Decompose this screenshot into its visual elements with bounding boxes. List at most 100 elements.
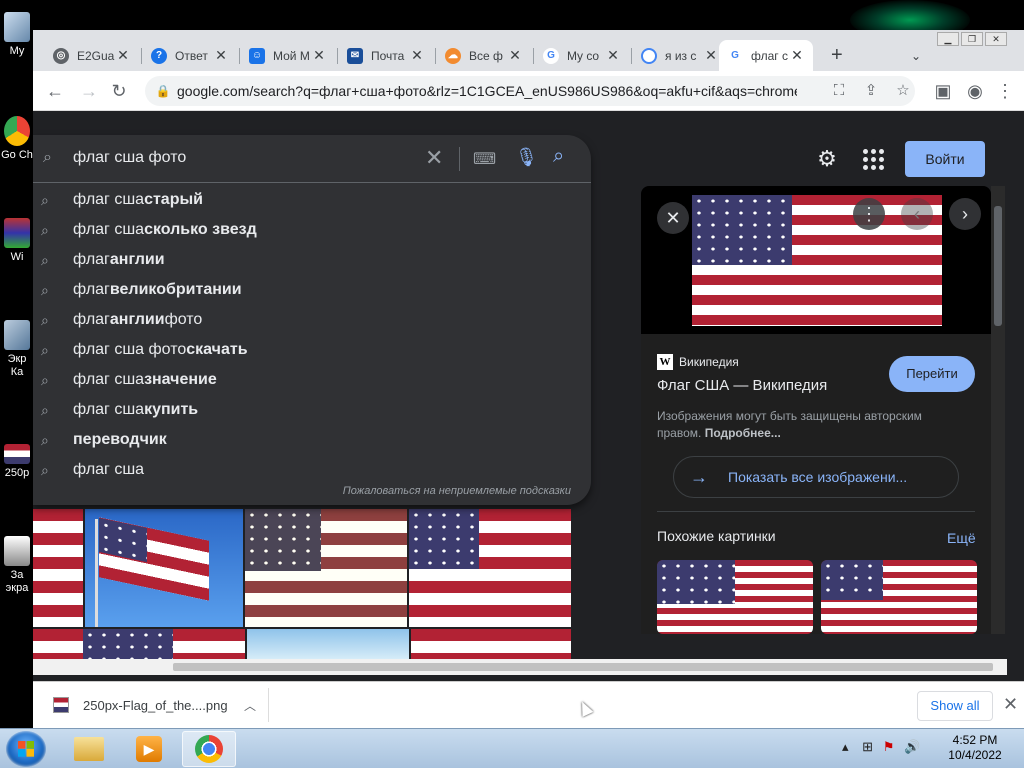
action-center-icon[interactable]: ⚑ bbox=[883, 739, 895, 754]
desktop-icon-flag-file[interactable]: 250p bbox=[0, 444, 34, 480]
close-window-button[interactable]: ✕ bbox=[985, 32, 1007, 46]
close-tab-icon[interactable]: ✕ bbox=[605, 47, 621, 64]
address-bar[interactable]: 🔒 google.com/search?q=флаг+сша+фото&rlz=… bbox=[145, 76, 915, 106]
suggestion-item[interactable]: ⌕ флаг англии bbox=[33, 245, 591, 275]
lock-icon[interactable]: 🔒 bbox=[153, 81, 173, 101]
close-tab-icon[interactable]: ✕ bbox=[409, 47, 425, 64]
tab-ya-iz[interactable]: я из с ✕ bbox=[633, 40, 727, 71]
desktop-icon-screen-recorder[interactable]: За экра bbox=[0, 536, 34, 595]
result-image[interactable] bbox=[247, 629, 409, 659]
result-image[interactable] bbox=[33, 509, 83, 627]
arrow-right-icon: → bbox=[690, 466, 708, 487]
tab-search-button[interactable]: ⌄ bbox=[903, 40, 927, 71]
desktop-icon-chrome[interactable]: Go Ch bbox=[0, 116, 34, 162]
search-input[interactable]: флаг сша фото bbox=[73, 149, 186, 167]
suggestion-item[interactable]: ⌕ флаг сша bbox=[33, 455, 591, 485]
suggestion-item[interactable]: ⌕ флаг англии фото bbox=[33, 305, 591, 335]
volume-icon[interactable]: 🔊 bbox=[904, 739, 920, 754]
minimize-button[interactable]: ▁ bbox=[937, 32, 959, 46]
close-tab-icon[interactable]: ✕ bbox=[115, 47, 131, 64]
url-text[interactable]: google.com/search?q=флаг+сша+фото&rlz=1C… bbox=[177, 83, 797, 99]
desktop-icon-computer[interactable]: My bbox=[0, 12, 34, 58]
tab-mail[interactable]: ✉ Почта ✕ bbox=[339, 40, 433, 71]
taskbar-media-player[interactable]: ▶ bbox=[122, 731, 176, 767]
suggestion-item[interactable]: ⌕ переводчик bbox=[33, 425, 591, 455]
show-hidden-icons-icon[interactable]: ▴ bbox=[842, 739, 849, 754]
chevron-up-icon[interactable]: ︿ bbox=[244, 697, 256, 714]
more-link[interactable]: Ещё bbox=[947, 530, 976, 546]
suggestion-item[interactable]: ⌕ флаг сша сколько звезд bbox=[33, 215, 591, 245]
close-tab-icon[interactable]: ✕ bbox=[311, 47, 327, 64]
search-submit-icon[interactable]: ⌕ bbox=[553, 145, 564, 168]
result-image[interactable] bbox=[85, 509, 243, 627]
apps-grid-icon[interactable] bbox=[861, 147, 885, 171]
settings-gear-icon[interactable]: ⚙ bbox=[813, 145, 841, 173]
clear-icon[interactable]: ✕ bbox=[425, 145, 443, 171]
suggestion-item[interactable]: ⌕ флаг великобритании bbox=[33, 275, 591, 305]
desktop-icon-winrar[interactable]: Wi bbox=[0, 218, 34, 264]
forward-button[interactable]: → bbox=[77, 79, 101, 103]
show-all-downloads-button[interactable]: Show all bbox=[917, 691, 993, 721]
show-all-images-button[interactable]: → Показать все изображени... bbox=[673, 456, 959, 498]
menu-kebab-icon[interactable]: ⋮ bbox=[993, 79, 1017, 103]
tab-flag-search-active[interactable]: G флаг с ✕ bbox=[719, 40, 813, 71]
suggestion-item[interactable]: ⌕ флаг сша значение bbox=[33, 365, 591, 395]
similar-image[interactable] bbox=[821, 560, 977, 634]
close-icon[interactable]: ✕ bbox=[657, 202, 689, 234]
scrollbar-thumb[interactable] bbox=[173, 663, 993, 671]
system-tray: ▴ ⊞ ⚑ 🔊 bbox=[842, 739, 920, 755]
learn-more-link[interactable]: Подробнее... bbox=[705, 426, 781, 440]
result-image[interactable] bbox=[245, 509, 407, 627]
bookmark-star-icon[interactable]: ☆ bbox=[893, 81, 913, 101]
similar-image[interactable] bbox=[657, 560, 813, 634]
report-suggestions-link[interactable]: Пожаловаться на неприемлемые подсказки bbox=[343, 485, 571, 497]
tab-title: Все ф bbox=[469, 48, 503, 63]
profile-avatar[interactable]: ◉ bbox=[963, 79, 987, 103]
visit-button[interactable]: Перейти bbox=[889, 356, 975, 392]
signin-button[interactable]: Войти bbox=[905, 141, 985, 177]
result-image[interactable] bbox=[33, 629, 245, 659]
tab-all-files[interactable]: ☁ Все ф ✕ bbox=[437, 40, 531, 71]
chevron-right-icon[interactable]: › bbox=[949, 198, 981, 230]
suggestion-text: флаг bbox=[73, 311, 110, 328]
result-image[interactable] bbox=[409, 509, 571, 627]
suggestion-item[interactable]: ⌕ флаг сша фото скачать bbox=[33, 335, 591, 365]
close-icon[interactable]: ✕ bbox=[1003, 694, 1018, 715]
source-site[interactable]: W Википедия bbox=[657, 354, 739, 370]
tab-title: флаг с bbox=[751, 48, 788, 63]
panel-scrollbar[interactable] bbox=[991, 186, 1005, 634]
start-button[interactable] bbox=[6, 731, 46, 767]
close-tab-icon[interactable]: ✕ bbox=[213, 47, 229, 64]
microphone-icon[interactable]: 🎙 bbox=[515, 147, 538, 168]
taskbar-chrome[interactable] bbox=[182, 731, 236, 767]
back-button[interactable]: ← bbox=[43, 79, 67, 103]
preview-title-link[interactable]: Флаг США — Википедия bbox=[657, 377, 827, 394]
scrollbar-thumb[interactable] bbox=[994, 206, 1002, 326]
result-image[interactable] bbox=[411, 629, 571, 659]
suggestion-item[interactable]: ⌕ флаг сша купить bbox=[33, 395, 591, 425]
tab-e2guardian[interactable]: ◎ E2Gua ✕ bbox=[45, 40, 139, 71]
close-tab-icon[interactable]: ✕ bbox=[507, 47, 523, 64]
new-tab-button[interactable]: + bbox=[823, 40, 847, 71]
tab-my-mir[interactable]: ☺ Мой М ✕ bbox=[241, 40, 335, 71]
tab-answers[interactable]: ? Ответ ✕ bbox=[143, 40, 237, 71]
side-panel-icon[interactable]: ▣ bbox=[931, 79, 955, 103]
more-options-icon[interactable]: ⋮ bbox=[853, 198, 885, 230]
reload-button[interactable]: ↻ bbox=[107, 79, 131, 103]
desktop-icon-screen-keyboard[interactable]: Экр Ка bbox=[0, 320, 34, 379]
close-tab-icon[interactable]: ✕ bbox=[703, 47, 719, 64]
horizontal-scrollbar[interactable] bbox=[33, 659, 1007, 675]
tab-my-google[interactable]: G My co ✕ bbox=[535, 40, 629, 71]
network-icon[interactable]: ⊞ bbox=[862, 739, 873, 754]
clock[interactable]: 4:52 PM 10/4/2022 bbox=[940, 733, 1010, 763]
keyboard-icon bbox=[4, 320, 30, 350]
download-item[interactable]: 250px-Flag_of_the....png ︿ bbox=[41, 688, 269, 722]
suggestion-item[interactable]: ⌕ флаг сша старый bbox=[33, 185, 591, 215]
close-tab-icon[interactable]: ✕ bbox=[789, 47, 805, 64]
taskbar-explorer[interactable] bbox=[62, 731, 116, 767]
keyboard-icon[interactable]: ⌨ bbox=[473, 149, 496, 169]
restore-button[interactable]: ❐ bbox=[961, 32, 983, 46]
translate-icon[interactable]: ⛶ bbox=[829, 81, 849, 101]
chevron-left-icon[interactable]: ‹ bbox=[901, 198, 933, 230]
share-icon[interactable]: ⇪ bbox=[861, 81, 881, 101]
